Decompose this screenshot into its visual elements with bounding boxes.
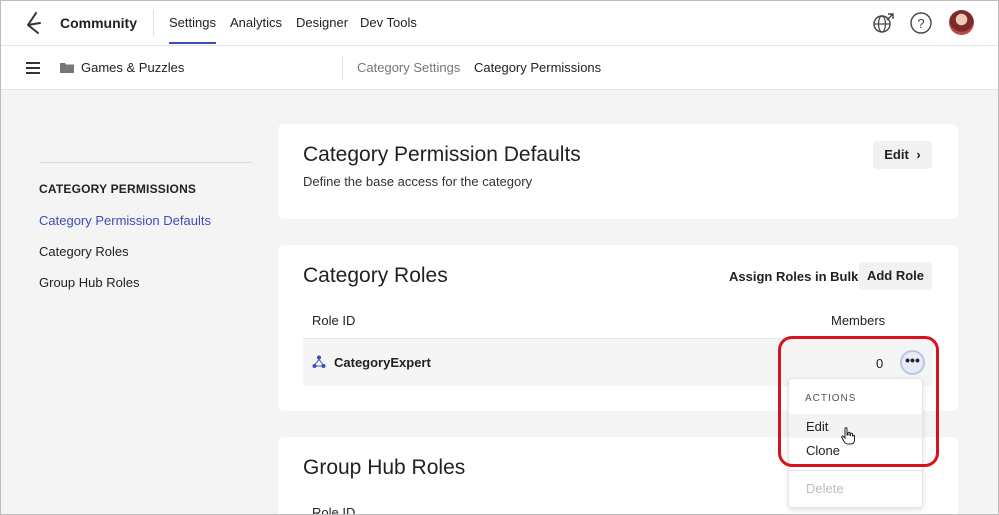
tab-category-permissions[interactable]: Category Permissions (474, 60, 601, 75)
edit-label: Edit (884, 147, 909, 162)
add-role-button[interactable]: Add Role (859, 262, 932, 290)
divider (342, 56, 343, 80)
members-count: 0 (876, 356, 884, 371)
column-header-role-id: Role ID (312, 313, 356, 328)
help-icon[interactable]: ? (909, 11, 933, 35)
nav-designer[interactable]: Designer (296, 15, 348, 30)
sidebar-item-group-hub-roles[interactable]: Group Hub Roles (39, 275, 139, 290)
sub-bar: Games & Puzzles Category Settings Catego… (0, 46, 999, 90)
folder-icon (60, 63, 74, 73)
sidebar-item-category-roles[interactable]: Category Roles (39, 244, 129, 259)
avatar[interactable] (949, 10, 974, 35)
actions-menu-heading: ACTIONS (805, 393, 857, 404)
card-title: Group Hub Roles (303, 456, 466, 479)
nav-settings[interactable]: Settings (169, 15, 216, 44)
menu-icon[interactable] (26, 62, 40, 74)
more-actions-button[interactable]: ••• (900, 350, 925, 375)
breadcrumb-board[interactable]: Games & Puzzles (81, 60, 184, 75)
nav-dev-tools[interactable]: Dev Tools (360, 15, 417, 30)
sidebar-item-permission-defaults[interactable]: Category Permission Defaults (39, 213, 211, 228)
role-name: CategoryExpert (334, 355, 431, 370)
menu-item-edit[interactable]: Edit (806, 419, 828, 434)
menu-item-delete: Delete (806, 481, 844, 496)
card-description: Define the base access for the category (303, 174, 533, 189)
nav-analytics[interactable]: Analytics (230, 15, 282, 30)
hand-cursor-icon (841, 427, 855, 445)
brand-name[interactable]: Community (60, 15, 137, 31)
svg-text:?: ? (917, 16, 924, 31)
permission-defaults-card (278, 124, 958, 219)
column-header-members: Members (831, 313, 886, 328)
role-icon (312, 355, 326, 368)
tab-category-settings[interactable]: Category Settings (357, 60, 460, 75)
menu-item-clone[interactable]: Clone (806, 443, 840, 458)
globe-icon[interactable] (871, 11, 895, 35)
menu-divider (789, 470, 922, 471)
sidebar-divider (39, 162, 252, 163)
chevron-right-icon: › (916, 147, 921, 162)
column-header-role-id: Role ID (312, 505, 356, 515)
card-title: Category Roles (303, 264, 448, 287)
top-bar: Community Settings Analytics Designer De… (0, 0, 999, 46)
edit-defaults-button[interactable]: Edit › (873, 141, 932, 169)
community-logo-icon[interactable] (22, 11, 44, 35)
card-title: Category Permission Defaults (303, 143, 581, 166)
divider (153, 10, 154, 36)
assign-roles-bulk-button[interactable]: Assign Roles in Bulk (729, 269, 858, 284)
sidebar-heading: CATEGORY PERMISSIONS (39, 182, 197, 196)
